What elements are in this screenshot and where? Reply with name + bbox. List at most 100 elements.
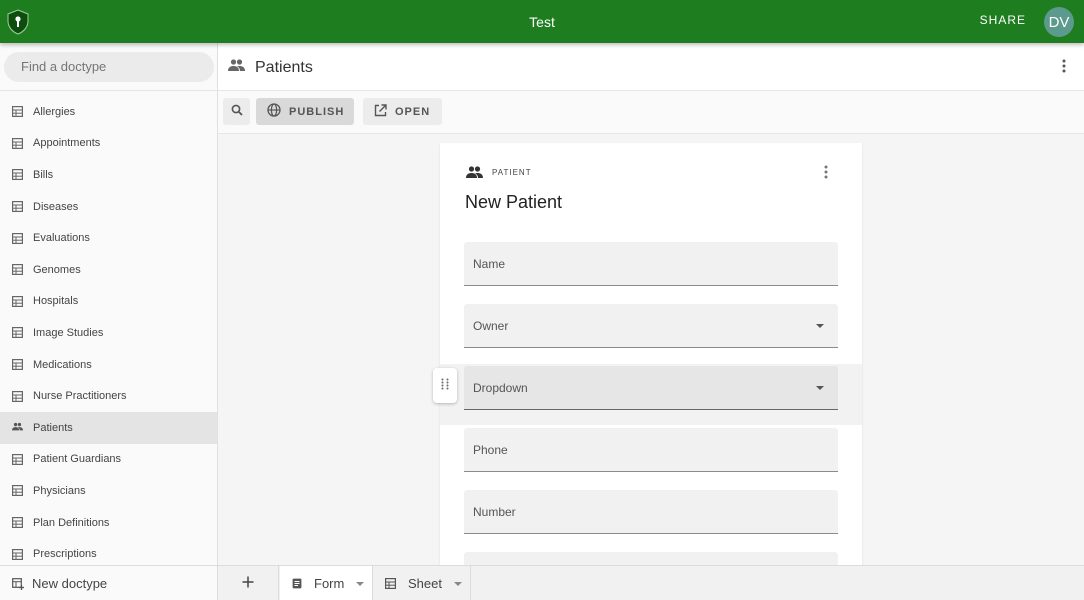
sidebar-item-label: Hospitals xyxy=(33,295,79,308)
sidebar-item-nurse-practitioners[interactable]: Nurse Practitioners xyxy=(0,380,217,412)
sidebar-item-plan-definitions[interactable]: Plan Definitions xyxy=(0,507,217,539)
search-icon xyxy=(231,103,243,121)
sidebar-item-label: Diseases xyxy=(33,200,79,213)
arrow-drop-down-icon xyxy=(816,324,824,328)
sidebar-item-appointments[interactable]: Appointments xyxy=(0,128,217,160)
name-field[interactable]: Name xyxy=(464,242,838,286)
form-field-partial[interactable] xyxy=(464,552,838,565)
field-label: Owner xyxy=(473,319,509,333)
sidebar-item-diseases[interactable]: Diseases xyxy=(0,191,217,223)
tab-label: Sheet xyxy=(408,576,442,591)
sidebar-item-genomes[interactable]: Genomes xyxy=(0,254,217,286)
avatar[interactable]: DV xyxy=(1044,7,1074,37)
doctype-search-input[interactable] xyxy=(4,52,214,82)
open-label: OPEN xyxy=(395,105,431,118)
form-field-row: Name xyxy=(440,242,862,303)
table-icon xyxy=(12,137,23,149)
sidebar-item-patients[interactable]: Patients xyxy=(0,411,217,444)
divider xyxy=(0,90,217,91)
sidebar-item-bills[interactable]: Bills xyxy=(0,159,217,191)
tab-form[interactable]: Form xyxy=(280,566,373,600)
drag-handle[interactable] xyxy=(433,368,457,403)
sidebar-item-allergies[interactable]: Allergies xyxy=(0,96,217,128)
more-vert-icon[interactable] xyxy=(824,165,828,184)
form-field-row xyxy=(440,552,862,565)
table-icon xyxy=(12,548,23,560)
app-bar: Test SHARE DV xyxy=(0,0,1084,43)
field-label: Dropdown xyxy=(473,381,528,395)
sidebar-item-label: Image Studies xyxy=(33,326,104,339)
table-icon xyxy=(12,232,23,244)
table-icon xyxy=(12,359,23,371)
sidebar-item-label: Allergies xyxy=(33,105,76,118)
page-header: Patients xyxy=(218,43,1084,91)
sidebar-item-label: Prescriptions xyxy=(33,548,97,561)
open-in-new-icon xyxy=(374,103,387,120)
publish-button[interactable]: PUBLISH xyxy=(256,98,354,125)
owner-select[interactable]: Owner xyxy=(464,304,838,348)
sidebar-item-label: Evaluations xyxy=(33,232,90,245)
arrow-drop-down-icon[interactable] xyxy=(356,581,365,586)
table-icon xyxy=(12,485,23,497)
form-field-row: Number xyxy=(440,490,862,551)
table-icon xyxy=(12,106,23,118)
shield-logo-icon[interactable] xyxy=(6,9,30,35)
sidebar-item-label: Plan Definitions xyxy=(33,516,110,529)
add-view-button[interactable] xyxy=(218,566,279,600)
plus-icon xyxy=(242,575,254,593)
table-icon xyxy=(385,578,396,589)
sidebar-item-label: Genomes xyxy=(33,263,81,276)
form-kind-label: PATIENT xyxy=(492,168,532,177)
table-icon xyxy=(12,295,23,307)
app-title: Test xyxy=(529,14,555,30)
table-icon xyxy=(12,201,23,213)
new-doctype-button[interactable]: New doctype xyxy=(0,566,218,600)
sidebar-item-label: Patient Guardians xyxy=(33,453,122,466)
sidebar-item-medications[interactable]: Medications xyxy=(0,349,217,381)
form-icon xyxy=(292,578,302,589)
tab-sheet[interactable]: Sheet xyxy=(373,566,471,600)
sidebar-item-label: Patients xyxy=(33,421,73,434)
dropdown-select[interactable]: Dropdown xyxy=(464,366,838,410)
arrow-drop-down-icon[interactable] xyxy=(453,581,462,586)
form-title: New Patient xyxy=(465,192,563,212)
new-doctype-label: New doctype xyxy=(32,576,108,591)
share-button[interactable]: SHARE xyxy=(980,13,1026,27)
page-title: Patients xyxy=(255,59,313,76)
search-button[interactable] xyxy=(223,98,250,125)
toolbar: PUBLISH OPEN xyxy=(218,91,1084,134)
form-field-row: Phone xyxy=(440,428,862,489)
table-icon xyxy=(12,327,23,339)
open-button[interactable]: OPEN xyxy=(363,98,442,125)
table-icon xyxy=(12,264,23,276)
sidebar-item-patient-guardians[interactable]: Patient Guardians xyxy=(0,444,217,476)
bottom-bar: New doctype Form Sheet xyxy=(0,565,1084,600)
people-icon xyxy=(228,58,245,76)
table-icon xyxy=(12,169,23,181)
sidebar: Allergies Appointments Bills Diseases Evalua… xyxy=(0,43,218,565)
sidebar-item-image-studies[interactable]: Image Studies xyxy=(0,317,217,349)
publish-label: PUBLISH xyxy=(289,105,345,118)
phone-field[interactable]: Phone xyxy=(464,428,838,472)
form-canvas: PATIENT New Patient Name Owner Dropdown xyxy=(218,134,1084,565)
form-card: PATIENT New Patient Name Owner Dropdown xyxy=(433,143,862,565)
sidebar-item-hospitals[interactable]: Hospitals xyxy=(0,286,217,318)
sidebar-item-label: Appointments xyxy=(33,137,101,150)
number-field[interactable]: Number xyxy=(464,490,838,534)
sidebar-item-label: Physicians xyxy=(33,484,86,497)
sidebar-item-label: Nurse Practitioners xyxy=(33,390,127,403)
sidebar-item-prescriptions[interactable]: Prescriptions xyxy=(0,538,217,565)
arrow-drop-down-icon xyxy=(816,386,824,390)
globe-icon xyxy=(267,103,281,120)
table-icon xyxy=(12,517,23,529)
table-add-icon xyxy=(12,577,24,590)
form-field-row: Owner xyxy=(440,304,862,365)
field-label: Number xyxy=(473,505,516,519)
drag-indicator-icon xyxy=(441,377,449,395)
sidebar-item-label: Bills xyxy=(33,168,54,181)
people-icon xyxy=(466,165,483,183)
more-vert-icon[interactable] xyxy=(1062,59,1066,78)
field-label: Name xyxy=(473,257,506,271)
sidebar-item-physicians[interactable]: Physicians xyxy=(0,475,217,507)
sidebar-item-evaluations[interactable]: Evaluations xyxy=(0,222,217,254)
